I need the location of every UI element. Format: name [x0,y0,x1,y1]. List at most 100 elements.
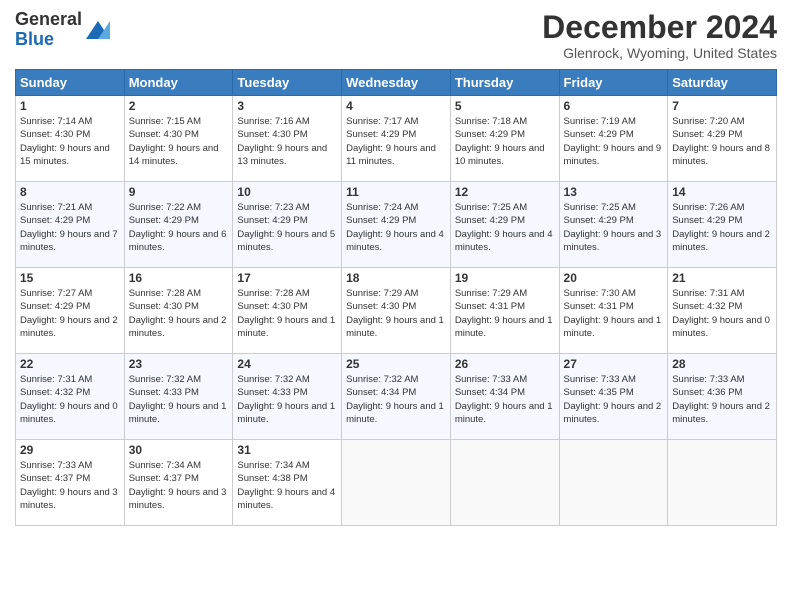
table-row: 16 Sunrise: 7:28 AMSunset: 4:30 PMDayligh… [124,268,233,354]
day-info: Sunrise: 7:18 AMSunset: 4:29 PMDaylight:… [455,115,555,168]
table-row: 31 Sunrise: 7:34 AMSunset: 4:38 PMDayligh… [233,440,342,526]
day-number: 31 [237,443,337,457]
logo-general: General [15,9,82,29]
header-monday: Monday [124,70,233,96]
day-number: 25 [346,357,446,371]
table-row: 5 Sunrise: 7:18 AMSunset: 4:29 PMDaylight… [450,96,559,182]
calendar-table: Sunday Monday Tuesday Wednesday Thursday… [15,69,777,526]
table-row: 15 Sunrise: 7:27 AMSunset: 4:29 PMDayligh… [16,268,125,354]
day-info: Sunrise: 7:24 AMSunset: 4:29 PMDaylight:… [346,201,446,254]
day-info: Sunrise: 7:15 AMSunset: 4:30 PMDaylight:… [129,115,229,168]
table-row [450,440,559,526]
day-info: Sunrise: 7:29 AMSunset: 4:31 PMDaylight:… [455,287,555,340]
day-number: 30 [129,443,229,457]
day-info: Sunrise: 7:32 AMSunset: 4:33 PMDaylight:… [129,373,229,426]
day-info: Sunrise: 7:26 AMSunset: 4:29 PMDaylight:… [672,201,772,254]
day-info: Sunrise: 7:19 AMSunset: 4:29 PMDaylight:… [564,115,664,168]
calendar-page: General Blue December 2024 Glenrock, Wyo… [0,0,792,612]
table-row: 8 Sunrise: 7:21 AMSunset: 4:29 PMDaylight… [16,182,125,268]
day-info: Sunrise: 7:33 AMSunset: 4:35 PMDaylight:… [564,373,664,426]
day-info: Sunrise: 7:31 AMSunset: 4:32 PMDaylight:… [20,373,120,426]
day-info: Sunrise: 7:22 AMSunset: 4:29 PMDaylight:… [129,201,229,254]
table-row: 18 Sunrise: 7:29 AMSunset: 4:30 PMDayligh… [342,268,451,354]
day-number: 23 [129,357,229,371]
day-info: Sunrise: 7:25 AMSunset: 4:29 PMDaylight:… [564,201,664,254]
day-number: 19 [455,271,555,285]
location: Glenrock, Wyoming, United States [542,45,777,61]
day-number: 29 [20,443,120,457]
day-number: 3 [237,99,337,113]
day-number: 13 [564,185,664,199]
day-info: Sunrise: 7:33 AMSunset: 4:36 PMDaylight:… [672,373,772,426]
day-info: Sunrise: 7:28 AMSunset: 4:30 PMDaylight:… [129,287,229,340]
day-number: 10 [237,185,337,199]
day-number: 1 [20,99,120,113]
calendar-header-row: Sunday Monday Tuesday Wednesday Thursday… [16,70,777,96]
table-row: 20 Sunrise: 7:30 AMSunset: 4:31 PMDayligh… [559,268,668,354]
logo-icon [84,19,112,41]
table-row: 7Sunrise: 7:20 AMSunset: 4:29 PMDaylight… [668,96,777,182]
logo: General Blue [15,10,112,50]
day-number: 21 [672,271,772,285]
table-row: 3Sunrise: 7:16 AMSunset: 4:30 PMDaylight… [233,96,342,182]
table-row [668,440,777,526]
day-info: Sunrise: 7:34 AMSunset: 4:38 PMDaylight:… [237,459,337,512]
day-number: 9 [129,185,229,199]
day-info: Sunrise: 7:33 AMSunset: 4:34 PMDaylight:… [455,373,555,426]
table-row [342,440,451,526]
header-thursday: Thursday [450,70,559,96]
logo-blue: Blue [15,29,54,49]
table-row: 4 Sunrise: 7:17 AMSunset: 4:29 PMDaylight… [342,96,451,182]
table-row: 13 Sunrise: 7:25 AMSunset: 4:29 PMDayligh… [559,182,668,268]
table-row: 11 Sunrise: 7:24 AMSunset: 4:29 PMDayligh… [342,182,451,268]
title-block: December 2024 Glenrock, Wyoming, United … [542,10,777,61]
table-row: 1Sunrise: 7:14 AMSunset: 4:30 PMDaylight… [16,96,125,182]
day-info: Sunrise: 7:30 AMSunset: 4:31 PMDaylight:… [564,287,664,340]
day-number: 22 [20,357,120,371]
table-row: 6 Sunrise: 7:19 AMSunset: 4:29 PMDaylight… [559,96,668,182]
day-info: Sunrise: 7:33 AMSunset: 4:37 PMDaylight:… [20,459,120,512]
day-number: 15 [20,271,120,285]
day-info: Sunrise: 7:27 AMSunset: 4:29 PMDaylight:… [20,287,120,340]
table-row: 10 Sunrise: 7:23 AMSunset: 4:29 PMDayligh… [233,182,342,268]
day-number: 14 [672,185,772,199]
table-row: 30 Sunrise: 7:34 AMSunset: 4:37 PMDayligh… [124,440,233,526]
table-row: 9 Sunrise: 7:22 AMSunset: 4:29 PMDaylight… [124,182,233,268]
day-number: 28 [672,357,772,371]
table-row: 24Sunrise: 7:32 AMSunset: 4:33 PMDayligh… [233,354,342,440]
table-row: 25Sunrise: 7:32 AMSunset: 4:34 PMDayligh… [342,354,451,440]
header-wednesday: Wednesday [342,70,451,96]
table-row: 12Sunrise: 7:25 AMSunset: 4:29 PMDayligh… [450,182,559,268]
page-header: General Blue December 2024 Glenrock, Wyo… [15,10,777,61]
day-number: 27 [564,357,664,371]
month-title: December 2024 [542,10,777,45]
table-row: 17 Sunrise: 7:28 AMSunset: 4:30 PMDayligh… [233,268,342,354]
day-number: 6 [564,99,664,113]
table-row: 26 Sunrise: 7:33 AMSunset: 4:34 PMDayligh… [450,354,559,440]
day-number: 5 [455,99,555,113]
day-number: 11 [346,185,446,199]
day-number: 26 [455,357,555,371]
day-number: 4 [346,99,446,113]
day-number: 17 [237,271,337,285]
day-number: 18 [346,271,446,285]
header-sunday: Sunday [16,70,125,96]
day-info: Sunrise: 7:31 AMSunset: 4:32 PMDaylight:… [672,287,772,340]
table-row: 28 Sunrise: 7:33 AMSunset: 4:36 PMDayligh… [668,354,777,440]
day-info: Sunrise: 7:32 AMSunset: 4:33 PMDaylight:… [237,373,337,426]
table-row: 21 Sunrise: 7:31 AMSunset: 4:32 PMDayligh… [668,268,777,354]
day-number: 12 [455,185,555,199]
day-info: Sunrise: 7:29 AMSunset: 4:30 PMDaylight:… [346,287,446,340]
day-number: 8 [20,185,120,199]
day-info: Sunrise: 7:34 AMSunset: 4:37 PMDaylight:… [129,459,229,512]
day-info: Sunrise: 7:23 AMSunset: 4:29 PMDaylight:… [237,201,337,254]
table-row: 22 Sunrise: 7:31 AMSunset: 4:32 PMDayligh… [16,354,125,440]
header-saturday: Saturday [668,70,777,96]
day-number: 2 [129,99,229,113]
day-info: Sunrise: 7:28 AMSunset: 4:30 PMDaylight:… [237,287,337,340]
table-row: 14 Sunrise: 7:26 AMSunset: 4:29 PMDayligh… [668,182,777,268]
day-info: Sunrise: 7:17 AMSunset: 4:29 PMDaylight:… [346,115,446,168]
day-number: 20 [564,271,664,285]
day-number: 16 [129,271,229,285]
day-info: Sunrise: 7:21 AMSunset: 4:29 PMDaylight:… [20,201,120,254]
